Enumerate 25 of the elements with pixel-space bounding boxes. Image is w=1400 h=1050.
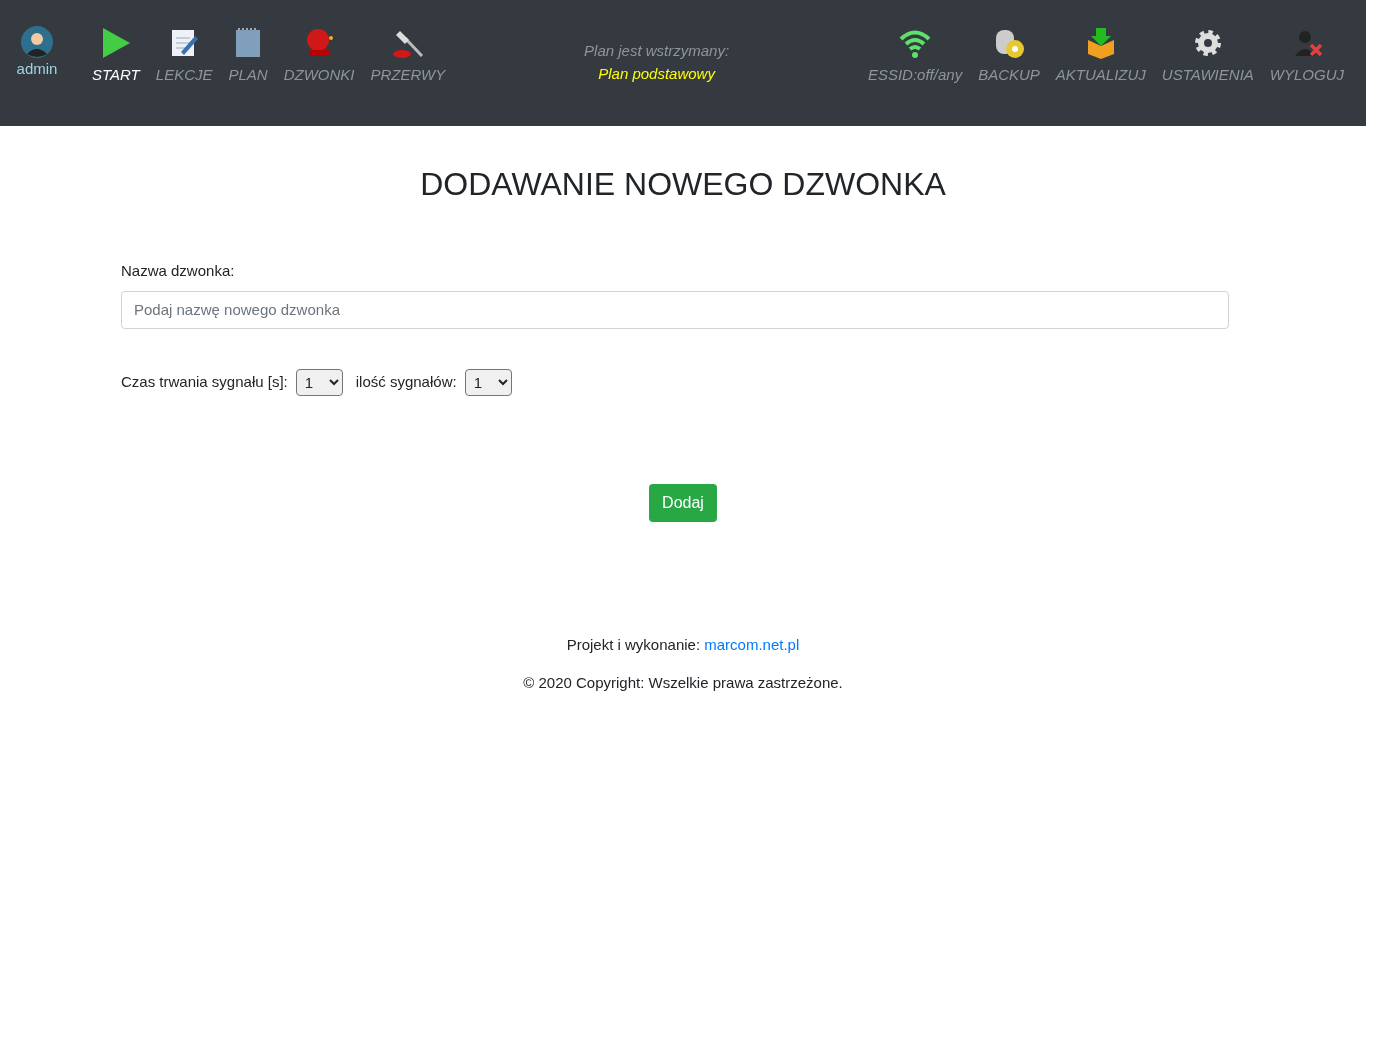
count-label: ilość sygnałów: xyxy=(355,371,457,392)
count-select[interactable]: 1 xyxy=(464,368,512,396)
credit-link[interactable]: marcom.net.pl xyxy=(704,635,800,653)
add-button[interactable]: Dodaj xyxy=(649,483,717,522)
nav-link[interactable]: LEKCJE xyxy=(147,26,221,87)
field-label: Nazwa dzwonka: xyxy=(121,261,236,281)
nav-link[interactable]: WYLOGUJ xyxy=(1261,26,1352,87)
nav-link[interactable]: START xyxy=(84,26,148,87)
username[interactable]: admin xyxy=(16,58,58,81)
plan-status-label: Plan jest wstrzymany: xyxy=(584,41,730,61)
plan-name: Plan podstawowy xyxy=(598,63,715,84)
nav-link[interactable]: PLAN xyxy=(220,26,276,87)
duration-select[interactable]: 1 xyxy=(295,368,343,396)
duration-label: Czas trwania sygnału [s]: xyxy=(121,371,288,392)
credit-text: Projekt i wykonanie: marcom.net.pl xyxy=(566,634,800,655)
copyright-text: © 2020 Copyright: Wszelkie prawa zastrzeżone. xyxy=(523,673,843,693)
nav-link[interactable]: AKTUALIZUJ xyxy=(1047,26,1154,87)
nav-link[interactable]: BACKUP xyxy=(970,26,1048,87)
nav-link[interactable]: DZWONKI xyxy=(275,26,363,87)
nav-link[interactable]: PRZERWY xyxy=(362,26,454,87)
nav-link[interactable]: ESSID:off/any xyxy=(859,26,971,87)
nav-link[interactable]: USTAWIENIA xyxy=(1153,26,1262,87)
page-heading: DODAWANIE NOWEGO DZWONKA xyxy=(419,165,947,204)
bell-name-input[interactable]: Podaj nazwę nowego dzwonka xyxy=(121,290,1229,329)
user-avatar-icon xyxy=(21,26,53,58)
